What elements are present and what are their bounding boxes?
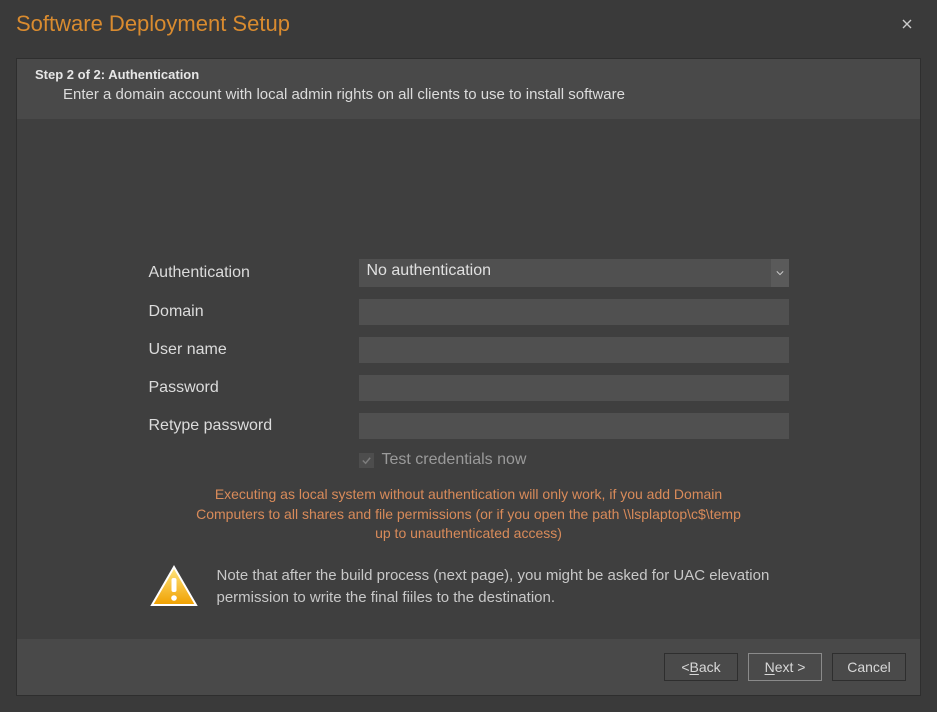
titlebar: Software Deployment Setup: [0, 0, 937, 48]
auth-dropdown[interactable]: No authentication: [359, 259, 789, 287]
step-title: Step 2 of 2: Authentication: [35, 67, 902, 82]
password-label: Password: [149, 379, 359, 397]
checkmark-icon: [361, 455, 372, 466]
auth-form: Authentication No authentication Domain: [149, 259, 789, 610]
row-password: Password: [149, 375, 789, 401]
back-button[interactable]: < Back: [664, 653, 738, 681]
username-label: User name: [149, 341, 359, 359]
domain-input[interactable]: [359, 299, 789, 325]
retype-password-input[interactable]: [359, 413, 789, 439]
step-description: Enter a domain account with local admin …: [35, 86, 902, 103]
username-input[interactable]: [359, 337, 789, 363]
row-retype-password: Retype password: [149, 413, 789, 439]
auth-dropdown-value: No authentication: [367, 262, 492, 280]
test-credentials-label: Test credentials now: [382, 451, 527, 469]
row-domain: Domain: [149, 299, 789, 325]
row-test-credentials: Test credentials now: [359, 451, 789, 469]
note-row: Note that after the build process (next …: [149, 564, 789, 610]
form-area: Authentication No authentication Domain: [17, 119, 920, 639]
close-button[interactable]: [893, 10, 921, 38]
wizard-footer: < Back Next > Cancel: [17, 639, 920, 695]
next-button[interactable]: Next >: [748, 653, 822, 681]
warning-icon: [149, 564, 199, 610]
window: Software Deployment Setup Step 2 of 2: A…: [0, 0, 937, 712]
retype-password-label: Retype password: [149, 417, 359, 435]
auth-label: Authentication: [149, 264, 359, 282]
warning-text: Executing as local system without authen…: [189, 485, 749, 544]
domain-label: Domain: [149, 303, 359, 321]
step-header: Step 2 of 2: Authentication Enter a doma…: [17, 59, 920, 113]
wizard-panel: Step 2 of 2: Authentication Enter a doma…: [16, 58, 921, 696]
note-text: Note that after the build process (next …: [217, 565, 789, 609]
close-icon: [902, 16, 912, 32]
dropdown-arrow-icon: [771, 259, 789, 287]
password-input[interactable]: [359, 375, 789, 401]
test-credentials-checkbox[interactable]: [359, 453, 374, 468]
cancel-button[interactable]: Cancel: [832, 653, 906, 681]
row-authentication: Authentication No authentication: [149, 259, 789, 287]
window-title: Software Deployment Setup: [16, 11, 893, 37]
row-username: User name: [149, 337, 789, 363]
